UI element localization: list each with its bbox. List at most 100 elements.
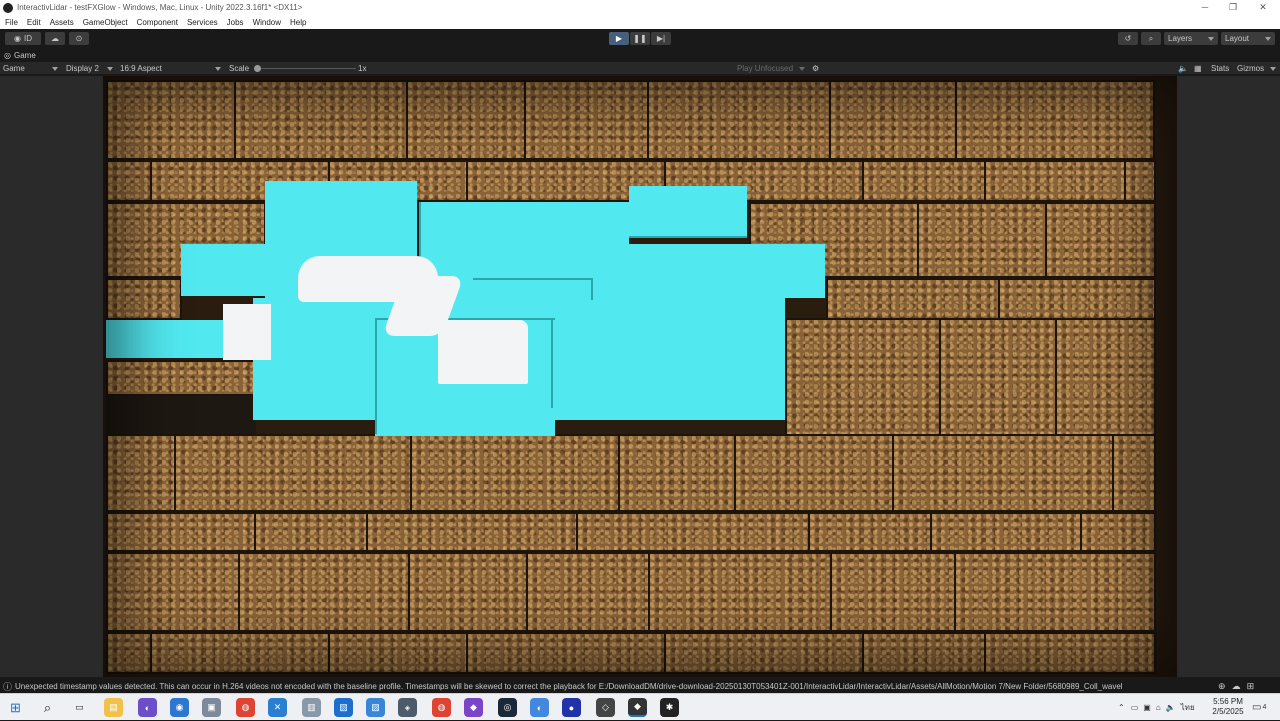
clock[interactable]: 5:56 PM 2/5/2025 <box>1208 697 1248 717</box>
step-button[interactable]: ▶| <box>651 32 671 45</box>
volume-icon[interactable]: 🔈 <box>1166 703 1176 712</box>
warning-icon: ⓘ <box>3 681 13 692</box>
brick <box>826 278 1000 320</box>
menu-component[interactable]: Component <box>137 18 178 27</box>
aspect-select[interactable]: 16:9 Aspect <box>120 62 162 75</box>
brick <box>647 80 831 160</box>
glow-region <box>106 320 226 358</box>
scale-slider-thumb[interactable] <box>254 65 261 72</box>
brick <box>366 512 578 552</box>
app-icon[interactable]: ▣ <box>202 698 221 717</box>
history-button[interactable]: ↺ <box>1118 32 1138 45</box>
language-indicator[interactable]: ไทย <box>1181 701 1195 714</box>
chrome-icon[interactable]: ◍ <box>432 698 451 717</box>
chrome-icon[interactable]: ◍ <box>236 698 255 717</box>
history-icon: ↺ <box>1124 34 1132 43</box>
restore-button[interactable]: ❐ <box>1218 0 1248 15</box>
tab-game-label: Game <box>13 51 36 60</box>
layers-dropdown[interactable]: Layers <box>1164 32 1218 45</box>
app-icon[interactable]: ◈ <box>398 698 417 717</box>
account-button[interactable]: ◉ ID <box>5 32 41 45</box>
collab-icon: ⊙ <box>75 34 83 43</box>
menu-window[interactable]: Window <box>253 18 281 27</box>
maps-icon[interactable]: ◉ <box>170 698 189 717</box>
brick <box>254 512 368 552</box>
brick <box>930 512 1082 552</box>
brick <box>106 512 256 552</box>
collab-status-icon: ⊕ <box>1218 680 1226 691</box>
account-label: ID <box>23 34 32 43</box>
brick <box>734 434 894 512</box>
menu-edit[interactable]: Edit <box>27 18 41 27</box>
play-button[interactable]: ▶ <box>609 32 629 45</box>
brick <box>1045 202 1156 278</box>
menu-gameobject[interactable]: GameObject <box>83 18 128 27</box>
scale-slider-track[interactable] <box>256 68 356 69</box>
network-icon[interactable]: ⌂ <box>1156 703 1161 712</box>
brick <box>106 360 256 396</box>
menu-jobs[interactable]: Jobs <box>227 18 244 27</box>
vscode-icon[interactable]: ✕ <box>268 698 287 717</box>
chevron-up-icon[interactable]: ⌃ <box>1118 703 1125 712</box>
app-icon[interactable]: ◐ <box>530 698 549 717</box>
app-icon[interactable]: ▨ <box>366 698 385 717</box>
menu-services[interactable]: Services <box>187 18 218 27</box>
brick <box>892 434 1114 512</box>
cloud-button[interactable]: ☁ <box>45 32 65 45</box>
menu-assets[interactable]: Assets <box>50 18 74 27</box>
scale-value: 1x <box>358 64 367 73</box>
main-toolbar: ◉ ID ☁ ⊙ ▶ ❚❚ ▶| ↺ ⌕ Layers Layout <box>0 29 1280 49</box>
windows-taskbar: ⊞ ⌕ ▭ ▤ ◐ ◉ ▣ ◍ ✕ ▥ ▧ ▨ ◈ ◍ ◆ ◎ ◐ ● ◇ ◆ … <box>0 693 1280 720</box>
account-icon: ◉ <box>14 34 21 43</box>
steam-icon[interactable]: ◎ <box>498 698 517 717</box>
pause-button[interactable]: ❚❚ <box>630 32 650 45</box>
minimize-button[interactable]: ─ <box>1190 0 1220 15</box>
display-select[interactable]: Display 2 <box>66 62 99 75</box>
status-bar: ⓘ Unexpected timestamp values detected. … <box>0 679 1280 693</box>
brick <box>106 278 182 320</box>
unity-icon[interactable]: ◇ <box>596 698 615 717</box>
notification-icon: ▭ <box>1252 702 1262 713</box>
app-icon[interactable]: ✱ <box>660 698 679 717</box>
collab-button[interactable]: ⊙ <box>69 32 89 45</box>
stats-button[interactable]: Stats <box>1211 62 1229 75</box>
task-view-icon[interactable]: ▭ <box>70 698 89 717</box>
glow-region <box>629 186 747 238</box>
app-icon[interactable]: ▧ <box>334 698 353 717</box>
cloud-status-icon: ☁ <box>1231 680 1241 691</box>
brick <box>524 80 649 160</box>
tab-game[interactable]: ◎ Game <box>4 49 36 62</box>
brick <box>664 632 864 674</box>
gizmos-button[interactable]: Gizmos <box>1237 62 1264 75</box>
app-tray-icon[interactable]: ▣ <box>1143 703 1151 712</box>
layout-dropdown[interactable]: Layout <box>1221 32 1275 45</box>
search-button[interactable]: ⌕ <box>1141 32 1161 45</box>
brick <box>830 552 956 632</box>
windows-start-icon[interactable]: ⊞ <box>6 698 25 717</box>
game-viewport[interactable] <box>0 76 1280 677</box>
file-explorer-icon[interactable]: ▤ <box>104 698 123 717</box>
silhouette-shape <box>223 304 271 360</box>
play-mode-select[interactable]: Play Unfocused <box>737 62 793 75</box>
display-icon[interactable]: ▭ <box>1131 703 1139 712</box>
gamepad-toggle-icon[interactable]: ▦ <box>1194 62 1202 75</box>
menu-help[interactable]: Help <box>290 18 306 27</box>
app-icon[interactable]: ▥ <box>302 698 321 717</box>
gamepad-icon: ◎ <box>4 51 11 60</box>
brick <box>955 80 1155 160</box>
app-icon[interactable]: ● <box>562 698 581 717</box>
status-message[interactable]: Unexpected timestamp values detected. Th… <box>15 682 1210 691</box>
menu-file[interactable]: File <box>5 18 18 27</box>
brick <box>328 632 468 674</box>
app-icon[interactable]: ◐ <box>138 698 157 717</box>
mute-audio-icon[interactable]: 🔈 <box>1178 62 1188 75</box>
visual-studio-icon[interactable]: ◆ <box>464 698 483 717</box>
settings-icon[interactable]: ⚙ <box>812 62 819 75</box>
notification-center[interactable]: ▭ 4 <box>1252 694 1266 721</box>
game-select[interactable]: Game <box>3 62 25 75</box>
chevron-down-icon <box>52 67 58 71</box>
glow-edge <box>629 236 747 238</box>
close-button[interactable]: ✕ <box>1248 0 1278 15</box>
unity-icon[interactable]: ◆ <box>628 698 647 717</box>
search-icon[interactable]: ⌕ <box>38 698 57 717</box>
